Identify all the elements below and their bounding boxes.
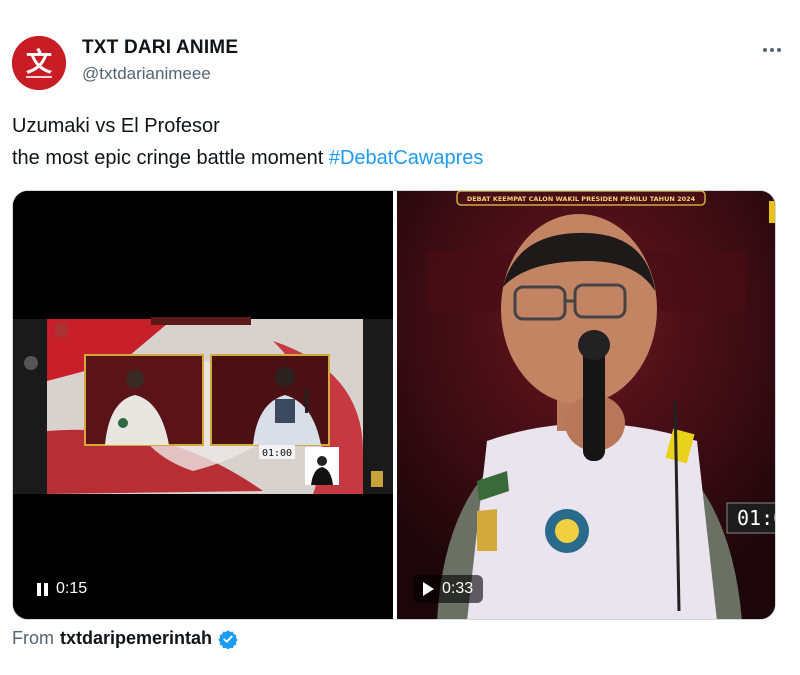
video-2-time: 0:33 xyxy=(442,580,474,597)
avatar-glyph: 文 xyxy=(26,47,53,78)
video-1-frame: 01:00 xyxy=(13,191,393,619)
play-icon[interactable] xyxy=(423,582,434,596)
pause-icon[interactable] xyxy=(37,582,48,596)
avatar-logo-icon: 文 xyxy=(12,36,66,90)
video-1-inner-clock: 01:00 xyxy=(262,448,292,459)
tweet-line-2: the most epic cringe battle moment #Deba… xyxy=(12,142,483,174)
source-user-link[interactable]: txtdaripemerintah xyxy=(60,628,212,649)
tweet-header: 文 TXT DARI ANIME @txtdarianimeee xyxy=(12,36,788,92)
video-2-banner: DEBAT KEEMPAT CALON WAKIL PRESIDEN PEMIL… xyxy=(467,195,696,203)
video-2-frame: DEBAT KEEMPAT CALON WAKIL PRESIDEN PEMIL… xyxy=(397,191,776,619)
hashtag-link[interactable]: #DebatCawapres xyxy=(329,147,484,169)
avatar[interactable]: 文 xyxy=(12,36,66,90)
more-options-icon[interactable] xyxy=(756,38,788,62)
video-player-1[interactable]: 01:00 0:15 xyxy=(13,191,393,619)
author-display-name[interactable]: TXT DARI ANIME xyxy=(82,36,238,60)
video-2-clock: 01:0 xyxy=(737,506,776,530)
tweet-text: Uzumaki vs El Profesor the most epic cri… xyxy=(12,110,483,174)
video-1-timer[interactable]: 0:15 xyxy=(29,575,97,603)
tweet-line-2-text: the most epic cringe battle moment xyxy=(12,147,329,169)
video-player-2[interactable]: DEBAT KEEMPAT CALON WAKIL PRESIDEN PEMIL… xyxy=(397,191,776,619)
tweet-line-1: Uzumaki vs El Profesor xyxy=(12,115,220,137)
source-attribution: From txtdaripemerintah xyxy=(12,628,238,649)
media-grid: 01:00 0:15 DEBAT KEEMPAT CALON WAKIL PRE… xyxy=(12,190,776,620)
video-1-time: 0:15 xyxy=(56,580,88,597)
verified-badge-icon xyxy=(218,629,238,649)
from-label: From xyxy=(12,628,54,648)
video-2-timer[interactable]: 0:33 xyxy=(413,575,484,603)
author-handle[interactable]: @txtdarianimeee xyxy=(82,62,238,86)
